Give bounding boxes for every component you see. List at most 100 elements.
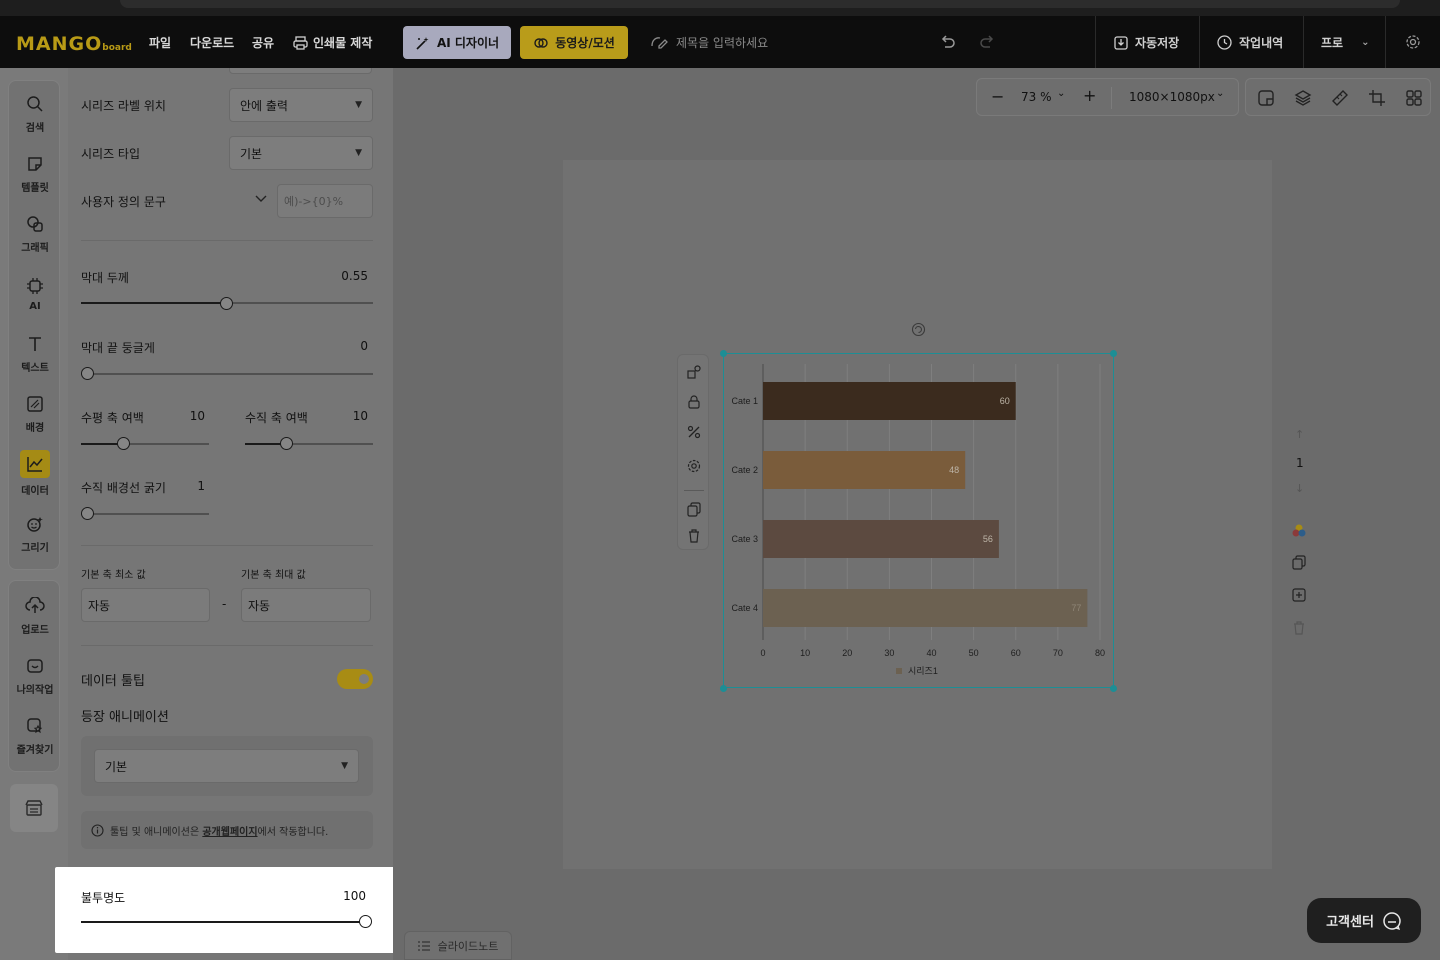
graphic-shapes-icon (23, 213, 47, 235)
rail-item-ai[interactable]: AI (9, 265, 61, 321)
section-divider (81, 545, 373, 546)
trash-icon[interactable] (685, 527, 703, 545)
range-separator: - (222, 597, 227, 611)
data-label: 56 (983, 534, 993, 544)
rail-item-data[interactable]: 데이터 (9, 445, 61, 501)
section-divider (81, 240, 373, 241)
opacity-slider-handle[interactable] (359, 915, 372, 928)
bar-round-slider-handle[interactable] (81, 367, 94, 380)
rail-store-button[interactable] (10, 784, 58, 832)
gear-icon[interactable] (685, 457, 703, 475)
add-page-icon[interactable] (1289, 585, 1309, 605)
bar-thickness-value: 0.55 (341, 269, 368, 283)
public-webpage-link[interactable]: 공개웹페이지 (202, 827, 257, 838)
rail-item-template[interactable]: 템플릿 (9, 145, 61, 201)
object-settings-icon[interactable] (685, 363, 703, 381)
redo-icon[interactable] (977, 32, 997, 52)
zoom-toolbar: − 73 % ⌄ + 1080×1080px ⌄ (976, 78, 1239, 116)
chevron-down-icon[interactable]: ⌄ (1057, 88, 1065, 99)
autosave-button[interactable]: 자동저장 (1113, 34, 1179, 51)
page-down-icon[interactable]: ↓ (1295, 482, 1304, 495)
bar-thickness-slider-handle[interactable] (220, 297, 233, 310)
document-title-input[interactable]: 제목을 입력하세요 (650, 32, 850, 52)
x-tick-label: 10 (800, 648, 810, 658)
menu-share[interactable]: 공유 (252, 34, 274, 51)
rotate-handle-icon[interactable] (911, 322, 926, 337)
bar-round-slider-track[interactable] (81, 373, 373, 375)
template-icon (23, 153, 47, 175)
customer-center-button[interactable]: 고객센터 (1307, 898, 1421, 943)
gear-icon[interactable] (1403, 32, 1423, 52)
upload-cloud-icon (23, 595, 47, 617)
rail-item-background[interactable]: 배경 (9, 385, 61, 441)
vertical-margin-slider-handle[interactable] (280, 437, 293, 450)
zoom-in-button[interactable]: + (1083, 86, 1096, 105)
layers-icon[interactable] (1294, 89, 1312, 107)
chat-bubble-icon (1383, 911, 1401, 930)
series-label-position-label: 시리즈 라벨 위치 (81, 99, 166, 113)
chevron-down-icon[interactable]: ⌄ (1216, 88, 1224, 99)
opacity-slider-track[interactable] (81, 921, 366, 923)
data-tooltip-toggle[interactable] (337, 669, 373, 689)
print-button[interactable]: 인쇄물 제작 (293, 34, 372, 51)
rail-item-search[interactable]: 검색 (9, 85, 61, 141)
series-type-label: 시리즈 타입 (81, 147, 141, 161)
chevron-down-icon[interactable] (255, 195, 267, 203)
series-label-position-select[interactable]: 안에 출력 ▼ (229, 88, 373, 122)
selected-chart-object[interactable]: 0 10 20 30 40 50 60 70 80 Cate 1 60 Cate 2 48 Cate 3 5… (723, 353, 1114, 688)
rail-item-text[interactable]: 텍스트 (9, 325, 61, 381)
menu-file[interactable]: 파일 (149, 34, 171, 51)
rail-item-draw[interactable]: 그리기 (9, 505, 61, 561)
video-motion-button[interactable]: 동영상/모션 (520, 26, 628, 59)
motion-icon (534, 37, 548, 48)
undo-icon[interactable] (938, 32, 958, 52)
horizontal-margin-value: 10 (189, 409, 205, 423)
copy-page-icon[interactable] (1289, 552, 1309, 572)
rail-item-favorites[interactable]: 즐겨찾기 (9, 707, 61, 763)
page-up-icon[interactable]: ↑ (1295, 428, 1304, 441)
trash-icon[interactable] (1289, 618, 1309, 638)
history-button[interactable]: 작업내역 (1216, 34, 1283, 51)
axis-max-input[interactable]: 자동 (241, 588, 371, 622)
rail-item-graphic[interactable]: 그래픽 (9, 205, 61, 261)
zoom-out-button[interactable]: − (991, 87, 1004, 106)
resize-handle-bottom-right[interactable] (1110, 685, 1117, 692)
previous-select-edge (229, 68, 372, 74)
resize-handle-top-left[interactable] (720, 350, 727, 357)
slide-note-tab[interactable]: 슬라이드노트 (404, 931, 512, 960)
top-bar: MANGOboard 파일 다운로드 공유 인쇄물 제작 AI 디자이너 동영상… (0, 16, 1440, 68)
vertical-grid-width-slider-track[interactable] (81, 513, 209, 515)
grid-view-icon[interactable] (1405, 89, 1423, 107)
sticker-icon[interactable] (1257, 89, 1275, 107)
vertical-margin-value: 10 (352, 409, 368, 423)
axis-min-input[interactable]: 자동 (81, 588, 210, 622)
menu-download[interactable]: 다운로드 (190, 34, 234, 51)
zoom-level[interactable]: 73 % (1021, 90, 1052, 104)
plan-dropdown[interactable]: 프로 ⌄ (1321, 34, 1369, 51)
entrance-animation-section: 기본 ▼ (81, 736, 373, 796)
series-type-select[interactable]: 기본 ▼ (229, 136, 373, 170)
opacity-label: 불투명도 (81, 891, 126, 905)
app-logo[interactable]: MANGOboard (16, 33, 132, 55)
category-label: Cate 2 (731, 465, 758, 475)
resize-handle-bottom-left[interactable] (720, 685, 727, 692)
rail-item-upload[interactable]: 업로드 (9, 587, 61, 643)
vertical-grid-width-slider-handle[interactable] (81, 507, 94, 520)
canvas-size[interactable]: 1080×1080px (1129, 90, 1215, 104)
duplicate-icon[interactable] (685, 500, 703, 518)
horizontal-margin-slider-handle[interactable] (117, 437, 130, 450)
x-tick-label: 50 (969, 648, 979, 658)
custom-text-input[interactable]: 예)->{0}% (277, 184, 373, 218)
ai-designer-button[interactable]: AI 디자이너 (403, 26, 511, 59)
crop-frame-icon[interactable] (1368, 89, 1386, 107)
bar-round-value: 0 (360, 339, 368, 353)
percent-icon[interactable] (685, 423, 703, 441)
resize-handle-top-right[interactable] (1110, 350, 1117, 357)
entrance-animation-select[interactable]: 기본 ▼ (94, 749, 359, 783)
animation-info-note: 툴팁 및 애니메이션은 공개웹페이지에서 작동합니다. (81, 811, 373, 849)
lock-icon[interactable] (685, 393, 703, 411)
data-tooltip-label: 데이터 툴팁 (81, 674, 145, 689)
rail-item-my-work[interactable]: 나의작업 (9, 647, 61, 703)
color-palette-icon[interactable] (1289, 521, 1309, 541)
ruler-icon[interactable] (1331, 89, 1349, 107)
